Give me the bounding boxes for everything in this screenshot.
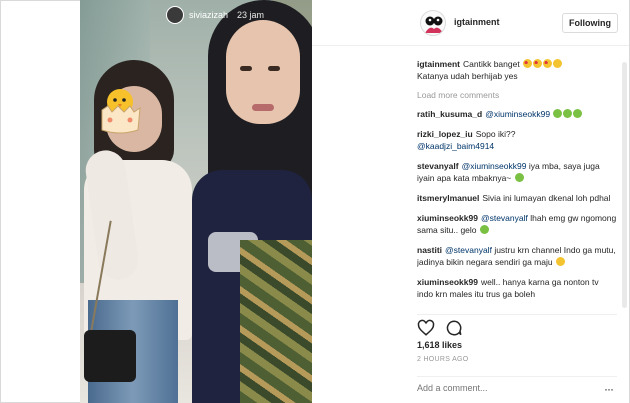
heart-outline-icon[interactable]	[417, 319, 435, 337]
caption-username[interactable]: igtainment	[417, 59, 460, 69]
camo-jacket	[240, 240, 312, 403]
comment-username[interactable]: ratih_kusuma_d	[417, 109, 482, 119]
story-time: 23 jam	[237, 10, 265, 20]
author-username[interactable]: igtainment	[454, 17, 500, 27]
like-count[interactable]: 1,618 likes	[417, 340, 462, 350]
comment: xiuminseokk99 @stevanyalf lhah emg gw ngo…	[417, 212, 617, 236]
comments-list[interactable]: igtainment Cantikk banget Katanya udah be…	[417, 58, 617, 310]
comment-input[interactable]	[417, 383, 587, 393]
post-image[interactable]: siviazizah 23 jam	[80, 0, 312, 403]
story-user: siviazizah 23 jam	[166, 6, 264, 24]
heart-eyes-emoji-icon	[543, 59, 553, 68]
comment-mention[interactable]: @stevanyalf	[445, 245, 492, 255]
post-actions	[417, 314, 617, 338]
hatching-chick-sticker-icon	[101, 89, 141, 134]
comment-username[interactable]: rizki_lopez_iu	[417, 129, 473, 139]
story-avatar	[166, 6, 184, 24]
comment: rizki_lopez_iu Sopo iki?? @kaadjzi_baim49…	[417, 128, 617, 152]
eye	[240, 66, 252, 71]
comment-username[interactable]: xiuminseokk99	[417, 277, 478, 287]
laughing-emoji-icon	[563, 109, 573, 118]
caption: igtainment Cantikk banget Katanya udah be…	[417, 58, 617, 82]
comment-username[interactable]: nastiti	[417, 245, 442, 255]
post-timestamp: 2 HOURS AGO	[417, 356, 469, 363]
ellipsis-icon[interactable]: ···	[604, 382, 614, 396]
igtainment-logo-icon	[425, 16, 443, 33]
laughing-emoji-icon	[514, 173, 524, 182]
comment-username[interactable]: xiuminseokk99	[417, 213, 478, 223]
comment-mention[interactable]: @xiuminseokk99	[462, 161, 527, 171]
comment: nastiti @stevanyalf justru krn channel In…	[417, 244, 617, 268]
load-more-comments[interactable]: Load more comments	[417, 90, 617, 100]
add-comment-bar: ···	[417, 376, 617, 400]
caption-text: Cantikk banget	[462, 59, 520, 69]
comment-text: Sopo iki??	[475, 129, 516, 139]
unamused-emoji-icon	[556, 257, 565, 266]
letterbox	[1, 1, 81, 402]
author-avatar[interactable]	[420, 10, 446, 36]
thumbs-up-emoji-icon	[553, 59, 563, 68]
scrollbar[interactable]	[622, 62, 627, 308]
post-sidebar: igtainment Following igtainment Cantikk b…	[312, 0, 629, 403]
comment-mention[interactable]: @stevanyalf	[481, 213, 528, 223]
comment: ratih_kusuma_d @xiuminseokk99	[417, 108, 617, 120]
comment-username[interactable]: itsmerylmanuel	[417, 193, 479, 203]
story-username: siviazizah	[189, 10, 229, 20]
comment: stevanyalf @xiuminseokk99 iya mba, saya j…	[417, 160, 617, 184]
post-header: igtainment Following	[312, 0, 629, 46]
eye	[268, 66, 280, 71]
laughing-emoji-icon	[479, 225, 489, 234]
comment: itsmerylmanuel Sivia ini lumayan dkenal l…	[417, 192, 617, 204]
caption-text-line2: Katanya udah berhijab yes	[417, 71, 518, 81]
laughing-emoji-icon	[553, 109, 563, 118]
laughing-emoji-icon	[573, 109, 583, 118]
comment: xiuminseokk99 well.. hanya karna ga nonto…	[417, 276, 617, 300]
comment-text: Sivia ini lumayan dkenal loh pdhal	[482, 193, 611, 203]
lips	[252, 104, 274, 111]
comment-mention[interactable]: @xiuminseokk99	[485, 109, 550, 119]
handbag	[84, 330, 136, 382]
comment-mention[interactable]: @kaadjzi_baim4914	[417, 141, 494, 151]
heart-eyes-emoji-icon	[533, 59, 543, 68]
following-button[interactable]: Following	[562, 13, 618, 33]
speech-bubble-icon[interactable]	[445, 319, 463, 337]
comment-username[interactable]: stevanyalf	[417, 161, 459, 171]
heart-eyes-emoji-icon	[523, 59, 533, 68]
